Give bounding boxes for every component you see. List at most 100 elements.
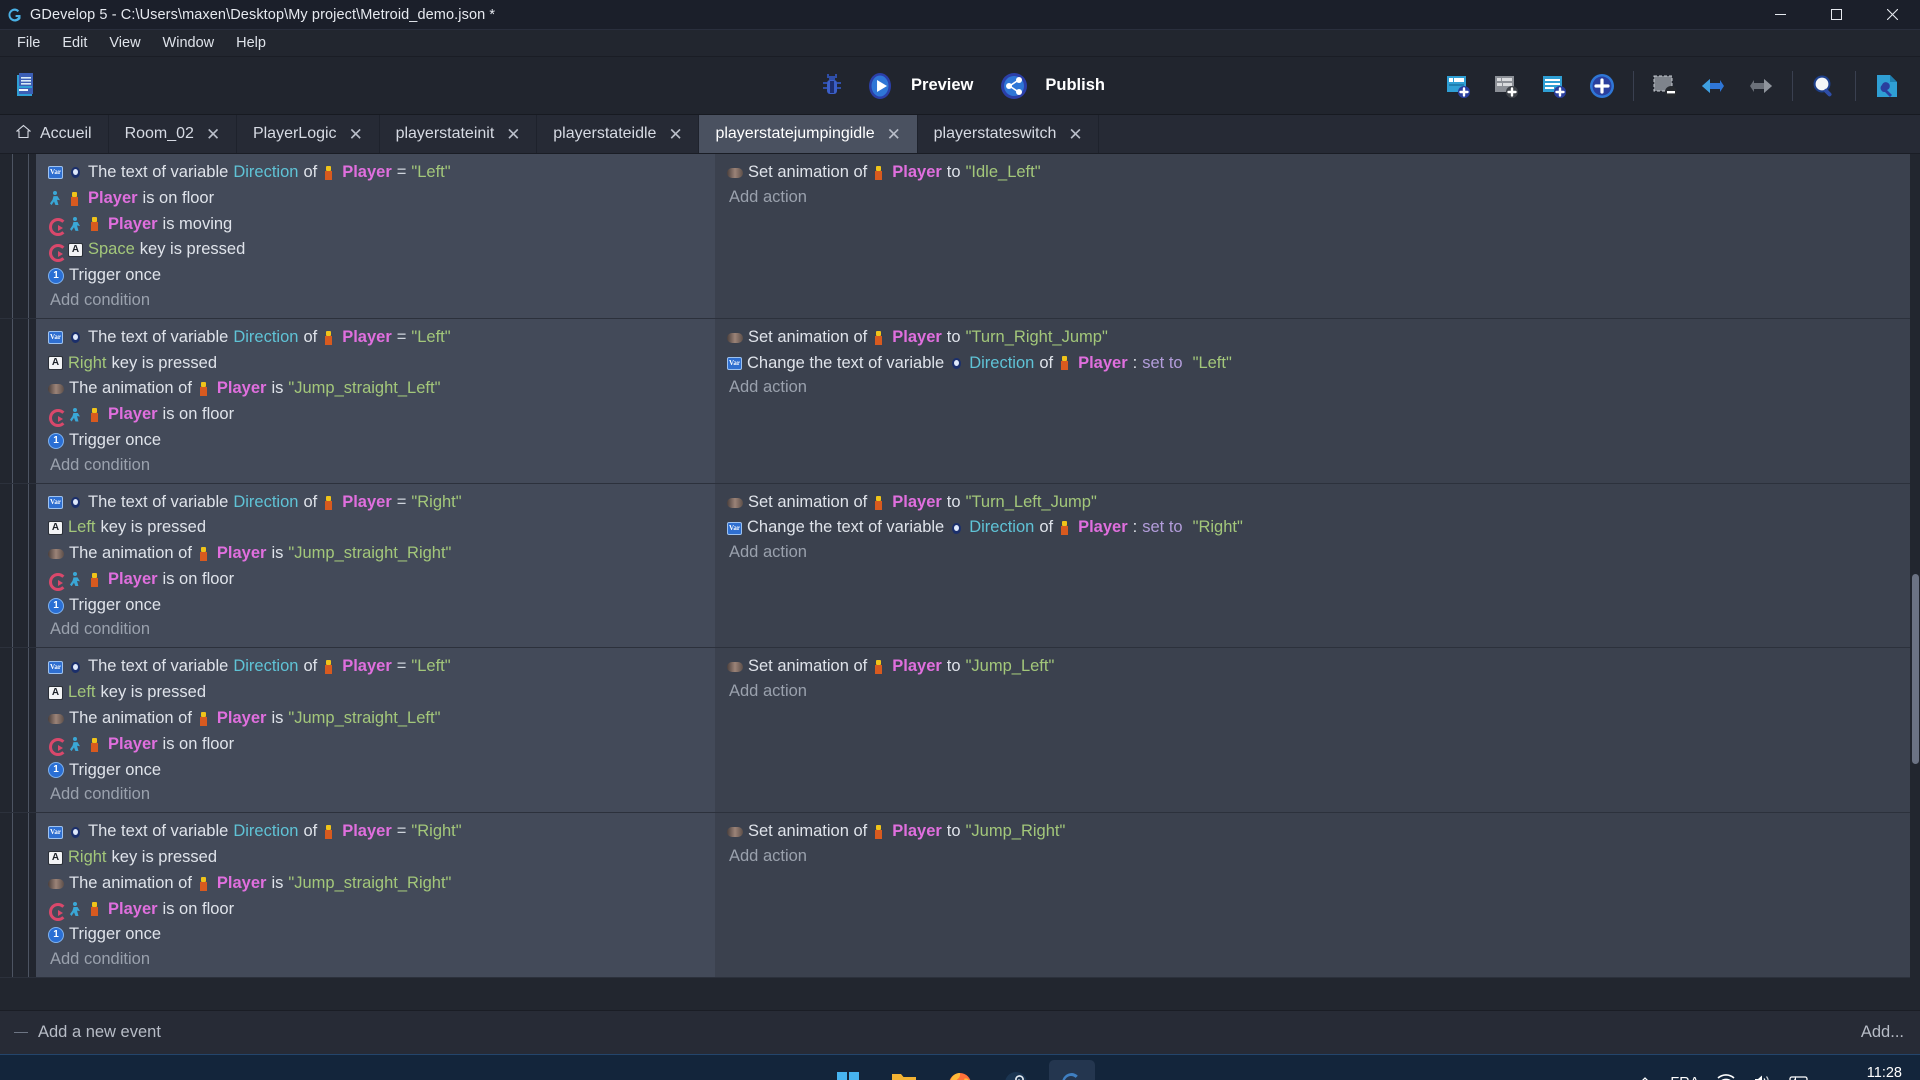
event-row[interactable]: The text of variable Direction of Player… xyxy=(0,483,1920,649)
condition-line[interactable]: Player is on floor xyxy=(44,567,715,593)
conditions-column[interactable]: The text of variable Direction of Player… xyxy=(36,318,715,483)
add-condition-button[interactable]: Add condition xyxy=(44,948,715,971)
actions-column[interactable]: Set animation of Player to "Turn_Right_J… xyxy=(715,318,1920,483)
close-button[interactable] xyxy=(1864,0,1920,30)
tab-close-icon[interactable]: ✕ xyxy=(1068,126,1082,143)
minimize-button[interactable] xyxy=(1752,0,1808,30)
project-manager-icon[interactable] xyxy=(8,69,42,103)
events-sheet[interactable]: The text of variable Direction of Player… xyxy=(0,154,1920,1010)
add-action-button[interactable]: Add action xyxy=(723,541,1920,564)
add-new-event-button[interactable]: Add a new event xyxy=(0,1023,161,1042)
redo-icon[interactable] xyxy=(1744,69,1778,103)
battery-charging-icon[interactable] xyxy=(1789,1074,1811,1080)
speaker-icon[interactable] xyxy=(1753,1074,1771,1080)
condition-line[interactable]: The animation of Player is "Jump_straigh… xyxy=(44,541,715,567)
condition-line[interactable]: Player is on floor xyxy=(44,402,715,428)
condition-line[interactable]: Trigger once xyxy=(44,428,715,454)
add-action-button[interactable]: Add action xyxy=(723,376,1920,399)
scrollbar-thumb[interactable] xyxy=(1912,574,1919,764)
event-row[interactable]: The text of variable Direction of Player… xyxy=(0,154,1920,319)
condition-line[interactable]: Right key is pressed xyxy=(44,845,715,871)
tab-playerstateinit[interactable]: playerstateinit ✕ xyxy=(380,115,538,153)
condition-line[interactable]: Player is moving xyxy=(44,212,715,238)
tab-room-02[interactable]: Room_02 ✕ xyxy=(109,115,237,153)
condition-line[interactable]: Trigger once xyxy=(44,922,715,948)
condition-line[interactable]: The text of variable Direction of Player… xyxy=(44,325,715,351)
add-condition-button[interactable]: Add condition xyxy=(44,618,715,641)
add-more-button[interactable]: Add... xyxy=(1861,1023,1920,1042)
condition-line[interactable]: The text of variable Direction of Player… xyxy=(44,654,715,680)
add-condition-button[interactable]: Add condition xyxy=(44,783,715,806)
condition-line[interactable]: The text of variable Direction of Player… xyxy=(44,160,715,186)
maximize-button[interactable] xyxy=(1808,0,1864,30)
add-event-icon[interactable] xyxy=(1441,69,1475,103)
condition-line[interactable]: Player is on floor xyxy=(44,186,715,212)
menu-item-help[interactable]: Help xyxy=(225,32,277,54)
language-indicator[interactable]: FRA xyxy=(1670,1075,1699,1080)
condition-line[interactable]: The text of variable Direction of Player… xyxy=(44,490,715,516)
tab-playerlogic[interactable]: PlayerLogic ✕ xyxy=(237,115,380,153)
preview-label[interactable]: Preview xyxy=(911,76,973,95)
condition-line[interactable]: Trigger once xyxy=(44,263,715,289)
undo-icon[interactable] xyxy=(1696,69,1730,103)
wifi-icon[interactable] xyxy=(1717,1073,1735,1080)
tab-close-icon[interactable]: ✕ xyxy=(506,126,520,143)
condition-line[interactable]: Left key is pressed xyxy=(44,680,715,706)
steam-icon[interactable] xyxy=(993,1060,1039,1080)
conditions-column[interactable]: The text of variable Direction of Player… xyxy=(36,154,715,318)
tab-playerstateidle[interactable]: playerstateidle ✕ xyxy=(537,115,700,153)
actions-column[interactable]: Set animation of Player to "Jump_Right" A… xyxy=(715,813,1920,978)
condition-line[interactable]: The text of variable Direction of Player… xyxy=(44,819,715,845)
condition-line[interactable]: The animation of Player is "Jump_straigh… xyxy=(44,706,715,732)
events-scrollbar[interactable] xyxy=(1910,154,1920,1010)
menu-item-edit[interactable]: Edit xyxy=(51,32,98,54)
actions-column[interactable]: Set animation of Player to "Idle_Left" Ad… xyxy=(715,154,1920,318)
actions-column[interactable]: Set animation of Player to "Jump_Left" Ad… xyxy=(715,648,1920,813)
event-row[interactable]: The text of variable Direction of Player… xyxy=(0,318,1920,484)
tab-close-icon[interactable]: ✕ xyxy=(668,126,682,143)
tab-close-icon[interactable]: ✕ xyxy=(349,126,363,143)
conditions-column[interactable]: The text of variable Direction of Player… xyxy=(36,648,715,813)
add-action-button[interactable]: Add action xyxy=(723,845,1920,868)
publish-label[interactable]: Publish xyxy=(1045,76,1105,95)
menu-item-view[interactable]: View xyxy=(98,32,151,54)
conditions-column[interactable]: The text of variable Direction of Player… xyxy=(36,483,715,648)
condition-line[interactable]: Player is on floor xyxy=(44,897,715,923)
clock[interactable]: 11:28 24/02/2023 xyxy=(1829,1064,1902,1080)
condition-line[interactable]: Left key is pressed xyxy=(44,515,715,541)
menu-item-window[interactable]: Window xyxy=(152,32,226,54)
action-line[interactable]: Change the text of variable Direction of… xyxy=(723,351,1920,377)
add-comment-icon[interactable] xyxy=(1537,69,1571,103)
tab-playerstateswitch[interactable]: playerstateswitch ✕ xyxy=(918,115,1100,153)
action-line[interactable]: Set animation of Player to "Idle_Left" xyxy=(723,160,1920,186)
tab-accueil[interactable]: Accueil xyxy=(0,115,109,153)
action-line[interactable]: Set animation of Player to "Turn_Left_Ju… xyxy=(723,490,1920,516)
conditions-column[interactable]: The text of variable Direction of Player… xyxy=(36,813,715,978)
tab-playerstatejumpingidle[interactable]: playerstatejumpingidle ✕ xyxy=(699,115,918,153)
debug-bug-icon[interactable] xyxy=(815,69,849,103)
action-line[interactable]: Set animation of Player to "Turn_Right_J… xyxy=(723,325,1920,351)
preview-play-icon[interactable] xyxy=(863,69,897,103)
delete-selection-icon[interactable] xyxy=(1648,69,1682,103)
add-object-icon[interactable] xyxy=(1585,69,1619,103)
chevron-up-icon[interactable] xyxy=(1638,1074,1652,1080)
event-row[interactable]: The text of variable Direction of Player… xyxy=(0,648,1920,814)
open-settings-icon[interactable] xyxy=(1870,69,1904,103)
add-condition-button[interactable]: Add condition xyxy=(44,454,715,477)
action-line[interactable]: Set animation of Player to "Jump_Right" xyxy=(723,819,1920,845)
add-condition-button[interactable]: Add condition xyxy=(44,289,715,312)
condition-line[interactable]: The animation of Player is "Jump_straigh… xyxy=(44,871,715,897)
windows-start-icon[interactable] xyxy=(825,1060,871,1080)
firefox-icon[interactable] xyxy=(937,1060,983,1080)
menu-item-file[interactable]: File xyxy=(6,32,51,54)
gdevelop-icon[interactable] xyxy=(1049,1059,1095,1080)
event-row[interactable]: The text of variable Direction of Player… xyxy=(0,813,1920,979)
search-icon[interactable] xyxy=(1807,69,1841,103)
tab-close-icon[interactable]: ✕ xyxy=(206,126,220,143)
add-action-button[interactable]: Add action xyxy=(723,680,1920,703)
add-action-button[interactable]: Add action xyxy=(723,186,1920,209)
condition-line[interactable]: Player is on floor xyxy=(44,732,715,758)
condition-line[interactable]: Space key is pressed xyxy=(44,237,715,263)
actions-column[interactable]: Set animation of Player to "Turn_Left_Ju… xyxy=(715,483,1920,648)
file-explorer-icon[interactable] xyxy=(881,1060,927,1080)
